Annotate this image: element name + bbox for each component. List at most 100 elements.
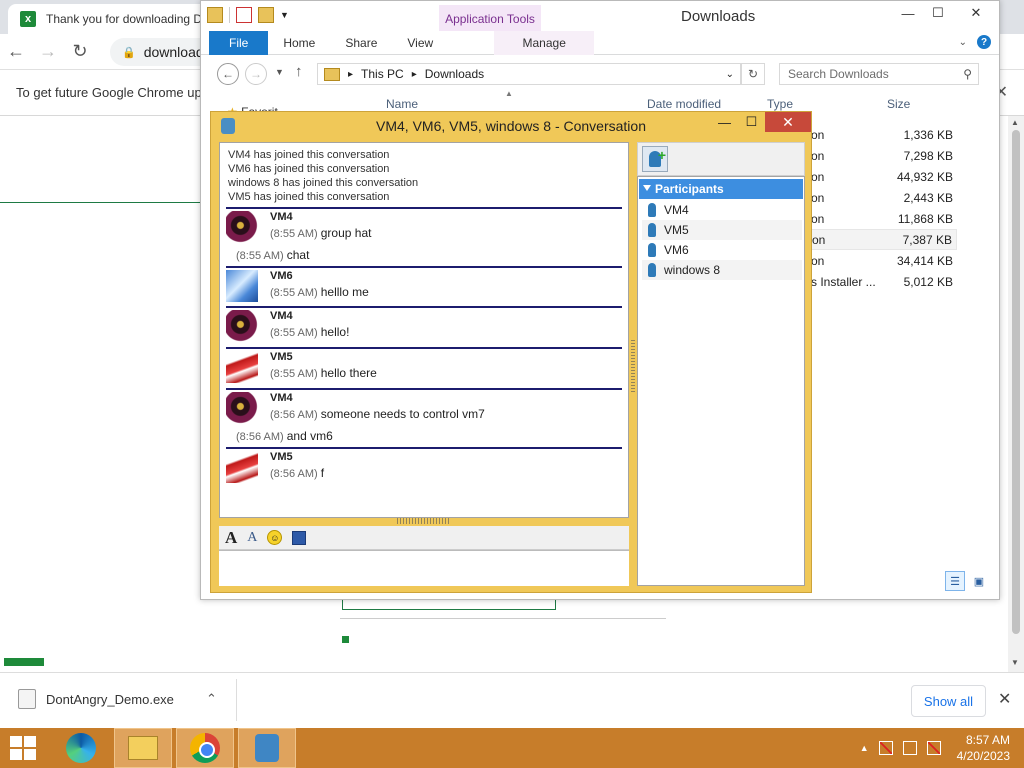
taskbar-file-explorer[interactable] bbox=[114, 728, 172, 768]
file-size: 1,336 KB bbox=[903, 127, 953, 142]
message-divider bbox=[226, 388, 622, 390]
chevron-up-icon[interactable]: ⌃ bbox=[206, 691, 217, 707]
horizontal-splitter[interactable] bbox=[397, 518, 451, 524]
participant-item[interactable]: VM5 bbox=[642, 220, 802, 240]
windows-logo-icon bbox=[24, 736, 36, 747]
downloads-close-icon[interactable]: ✕ bbox=[998, 689, 1011, 709]
address-bar[interactable]: ▸ This PC ▸ Downloads ⌄ bbox=[317, 63, 741, 85]
close-icon[interactable]: ✕ bbox=[953, 1, 999, 25]
vertical-splitter[interactable] bbox=[631, 338, 635, 392]
scroll-down-icon[interactable]: ▼ bbox=[1011, 658, 1019, 667]
message-line: (8:55 AM) hello! bbox=[270, 325, 349, 339]
downloads-separator bbox=[236, 679, 237, 721]
taskbar-edge[interactable] bbox=[52, 728, 110, 768]
column-header-name[interactable]: Name bbox=[386, 97, 418, 111]
qat-dropdown-icon[interactable]: ▼ bbox=[280, 10, 289, 20]
tab-view[interactable]: View bbox=[392, 31, 448, 55]
tray-overflow-icon[interactable]: ▲ bbox=[860, 743, 869, 753]
tab-manage[interactable]: Manage bbox=[494, 30, 595, 55]
clock-time: 8:57 AM bbox=[965, 733, 1010, 747]
add-participant-button[interactable]: + bbox=[642, 146, 668, 172]
column-header-size[interactable]: Size bbox=[887, 97, 910, 111]
file-row[interactable]: on 34,414 KB bbox=[811, 250, 957, 271]
message-time: (8:56 AM) bbox=[236, 431, 284, 443]
start-button[interactable] bbox=[10, 736, 38, 760]
participant-item[interactable]: VM6 bbox=[642, 240, 802, 260]
back-arrow-icon[interactable]: ← bbox=[0, 36, 32, 68]
tab-file[interactable]: File bbox=[209, 30, 269, 55]
explorer-title-bar: ▼ Application Tools Downloads — ☐ ✕ bbox=[201, 1, 999, 33]
file-row[interactable]: on 7,298 KB bbox=[811, 145, 957, 166]
participant-item[interactable]: VM4 bbox=[642, 200, 802, 220]
show-all-button[interactable]: Show all bbox=[911, 685, 986, 717]
file-row[interactable]: on 11,868 KB bbox=[811, 208, 957, 229]
file-row[interactable]: on 2,443 KB bbox=[811, 187, 957, 208]
message-sender: VM4 bbox=[270, 310, 293, 322]
forward-arrow-icon[interactable]: → bbox=[32, 36, 64, 68]
participant-item[interactable]: windows 8 bbox=[642, 260, 802, 280]
infobar-text: To get future Google Chrome up bbox=[16, 85, 202, 100]
message-text: hello! bbox=[320, 325, 350, 339]
font-icon[interactable]: A bbox=[225, 528, 237, 548]
expand-ribbon-icon[interactable]: ⌄ bbox=[959, 37, 967, 48]
chrome-tab[interactable]: x Thank you for downloading D bbox=[8, 4, 208, 34]
action-center-icon[interactable] bbox=[878, 741, 893, 755]
minimize-icon[interactable]: — bbox=[893, 1, 923, 25]
scroll-up-icon[interactable]: ▲ bbox=[1011, 118, 1019, 127]
participants-header[interactable]: Participants bbox=[639, 179, 803, 199]
breadcrumb-downloads[interactable]: Downloads bbox=[425, 67, 484, 81]
network-icon[interactable] bbox=[902, 741, 917, 755]
recent-dropdown-icon[interactable]: ▼ bbox=[275, 67, 284, 77]
scrollbar-thumb[interactable] bbox=[1012, 130, 1020, 634]
search-input[interactable]: Search Downloads ⚲ bbox=[779, 63, 979, 85]
maximize-icon[interactable]: ☐ bbox=[923, 1, 953, 25]
qat-separator bbox=[229, 7, 230, 23]
file-row[interactable]: on 44,932 KB bbox=[811, 166, 957, 187]
font-color-icon[interactable]: A bbox=[247, 530, 257, 546]
chat-history[interactable]: VM4 has joined this conversation VM6 has… bbox=[219, 142, 629, 518]
format-toolbar: A A ☺ bbox=[219, 526, 629, 550]
column-header-date[interactable]: Date modified bbox=[647, 97, 721, 111]
tab-home[interactable]: Home bbox=[268, 31, 330, 55]
maximize-icon[interactable]: ☐ bbox=[738, 112, 765, 132]
windows-logo-icon bbox=[10, 749, 22, 760]
page-scrollbar[interactable]: ▲ ▼ bbox=[1008, 116, 1024, 672]
participant-name: windows 8 bbox=[664, 263, 721, 277]
forward-icon[interactable]: → bbox=[245, 63, 267, 85]
close-icon[interactable]: ✕ bbox=[765, 112, 811, 132]
up-arrow-icon[interactable]: ↑ bbox=[295, 63, 303, 80]
new-folder-icon[interactable] bbox=[258, 7, 274, 23]
large-icons-view-icon[interactable]: ▣ bbox=[969, 571, 989, 591]
minimize-icon[interactable]: — bbox=[711, 112, 738, 132]
back-icon[interactable]: ← bbox=[217, 63, 239, 85]
reload-icon[interactable]: ↻ bbox=[64, 36, 96, 68]
breadcrumb-this-pc[interactable]: This PC bbox=[361, 67, 404, 81]
column-header-type[interactable]: Type bbox=[767, 97, 793, 111]
lock-icon: 🔒 bbox=[122, 46, 136, 59]
file-row[interactable]: on 7,387 KB bbox=[811, 229, 957, 250]
message-input[interactable] bbox=[219, 550, 629, 586]
properties-icon[interactable] bbox=[236, 7, 252, 23]
download-item[interactable]: DontAngry_Demo.exe bbox=[18, 689, 174, 709]
message-sender: VM5 bbox=[270, 351, 293, 363]
help-icon[interactable]: ? bbox=[977, 35, 991, 49]
details-view-icon[interactable]: ☰ bbox=[945, 571, 965, 591]
application-tools-label: Application Tools bbox=[439, 5, 541, 33]
clock[interactable]: 8:57 AM 4/20/2023 bbox=[957, 732, 1010, 764]
taskbar-messenger[interactable] bbox=[238, 728, 296, 768]
save-icon[interactable] bbox=[292, 530, 307, 545]
emoticon-icon[interactable]: ☺ bbox=[267, 530, 283, 545]
avatar-vm4 bbox=[226, 392, 258, 424]
tab-share[interactable]: Share bbox=[330, 31, 392, 55]
file-row[interactable]: on 1,336 KB bbox=[811, 124, 957, 145]
address-dropdown-icon[interactable]: ⌄ bbox=[726, 69, 734, 80]
explorer-title: Downloads bbox=[681, 8, 756, 25]
volume-muted-icon[interactable] bbox=[926, 741, 941, 755]
ribbon-right: ⌄ ? bbox=[959, 35, 991, 49]
file-size: 7,387 KB bbox=[902, 232, 952, 247]
refresh-icon[interactable]: ↻ bbox=[741, 63, 765, 85]
file-row[interactable]: s Installer ... 5,012 KB bbox=[811, 271, 957, 292]
taskbar-chrome[interactable] bbox=[176, 728, 234, 768]
site-favicon-icon: x bbox=[20, 11, 36, 27]
message-time: (8:55 AM) bbox=[270, 368, 318, 380]
